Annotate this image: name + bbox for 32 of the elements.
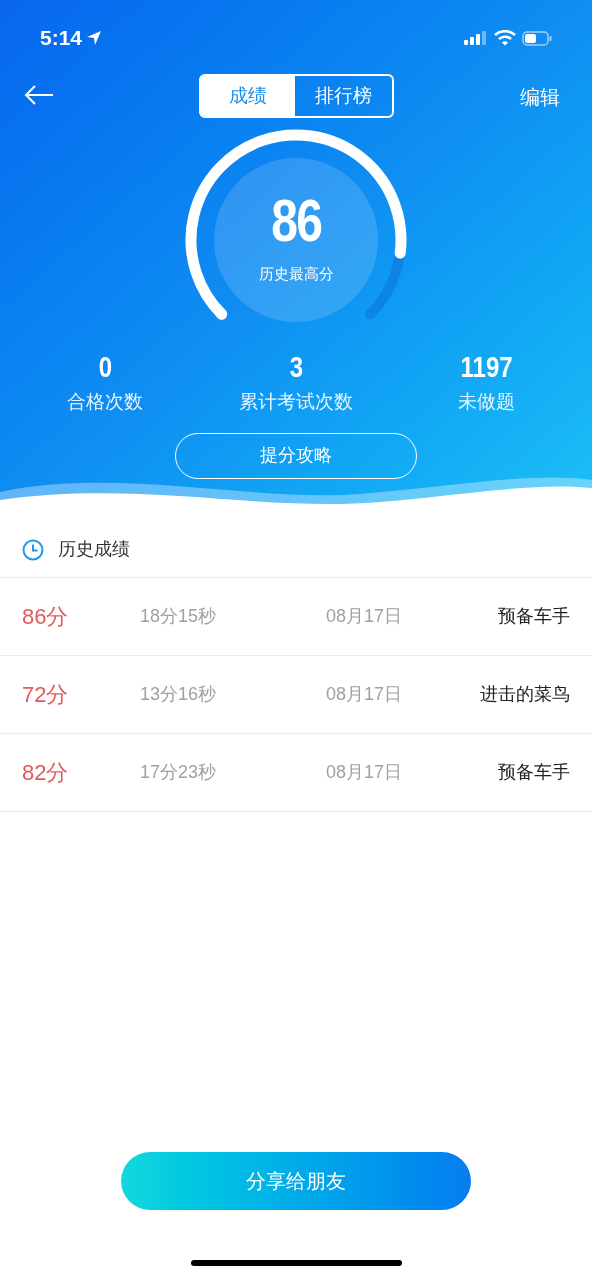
wifi-icon <box>494 30 516 46</box>
rank-cell-text: 进击的菜鸟 <box>479 683 570 706</box>
score-cell-text: 72分 <box>22 681 70 709</box>
section-title: 历史成绩 <box>58 538 130 561</box>
score-cell-text: 86分 <box>22 603 70 631</box>
signal-icon <box>464 31 488 45</box>
tab[interactable]: 排行榜 <box>294 76 392 116</box>
score-cell-text: 82分 <box>22 759 70 787</box>
stat-label: 未做题 <box>458 390 516 414</box>
share-button[interactable]: 分享给朋友 <box>121 1152 471 1210</box>
stat-value: 3 <box>289 350 303 384</box>
date-cell-text: 08月17日 <box>326 761 404 784</box>
best-score-label: 历史最高分 <box>258 263 334 284</box>
status-time: 5:14 <box>40 25 83 52</box>
stat-value: 1197 <box>460 350 513 384</box>
stat-label: 合格次数 <box>67 390 144 414</box>
back-arrow-icon[interactable] <box>24 84 54 106</box>
stat-value: 0 <box>98 350 112 384</box>
duration-cell-text: 17分23秒 <box>140 761 218 784</box>
rank-cell-text: 预备车手 <box>497 761 570 784</box>
date-cell-text: 08月17日 <box>326 605 404 628</box>
duration-cell-text: 13分16秒 <box>140 683 218 706</box>
stat-label: 累计考试次数 <box>239 390 353 414</box>
edit-link[interactable]: 编辑 <box>520 82 560 112</box>
date-cell-text: 08月17日 <box>326 683 404 706</box>
best-score: 86 <box>270 190 322 251</box>
tab[interactable]: 成绩 <box>200 76 295 116</box>
battery-icon <box>522 30 552 46</box>
rank-cell-text: 预备车手 <box>497 605 570 628</box>
duration-cell-text: 18分15秒 <box>140 605 218 628</box>
location-arrow-icon <box>86 30 103 46</box>
clock-icon <box>22 538 44 561</box>
